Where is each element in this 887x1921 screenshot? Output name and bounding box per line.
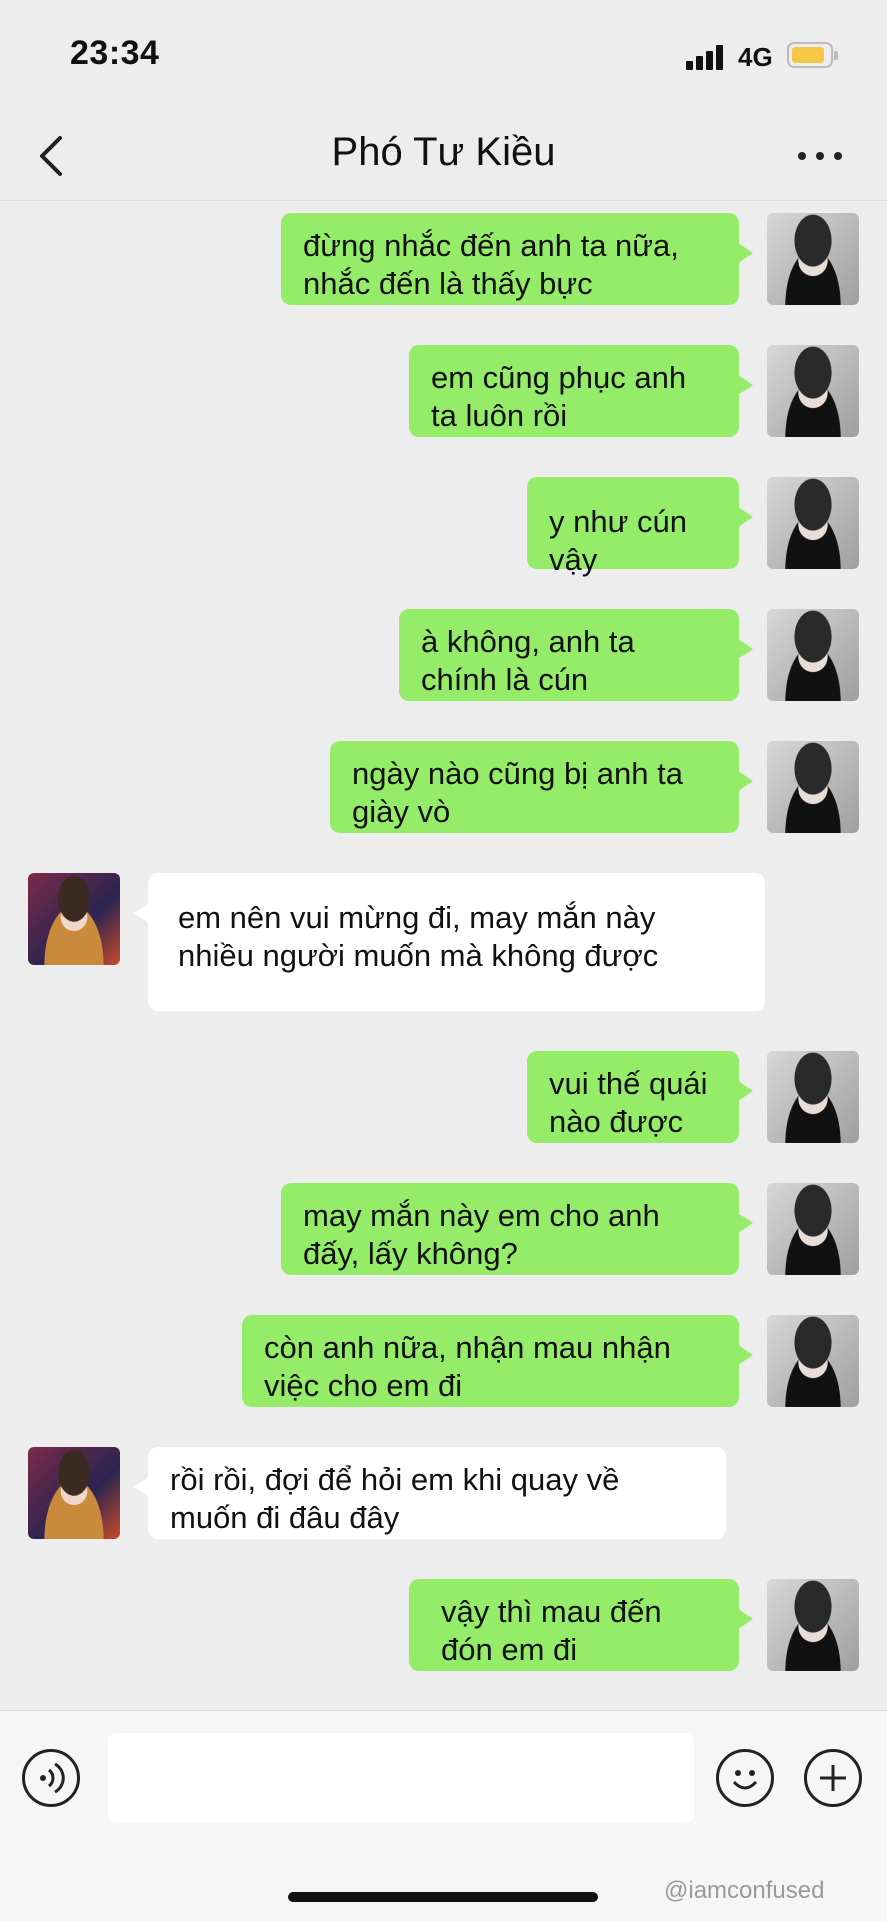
voice-icon bbox=[40, 1762, 65, 1794]
signal-icon bbox=[686, 44, 730, 70]
watermark-text: @iamconfused bbox=[664, 1877, 825, 1904]
plus-icon bbox=[820, 1765, 846, 1791]
avatar[interactable] bbox=[767, 345, 859, 437]
avatar[interactable] bbox=[28, 1447, 120, 1539]
avatar[interactable] bbox=[767, 1315, 859, 1407]
message-bubble[interactable]: à không, anh ta chính là cún bbox=[399, 609, 753, 701]
message-bubble[interactable]: may mắn này em cho anh đấy, lấy không? bbox=[281, 1183, 753, 1275]
avatar[interactable] bbox=[767, 477, 859, 569]
input-bar: @iamconfused bbox=[0, 1710, 887, 1921]
status-bar: 23:34 4G bbox=[0, 0, 887, 110]
avatar[interactable] bbox=[767, 213, 859, 305]
status-time: 23:34 bbox=[70, 34, 160, 72]
avatar[interactable] bbox=[767, 1183, 859, 1275]
home-indicator[interactable] bbox=[288, 1892, 598, 1902]
voice-button[interactable] bbox=[22, 1749, 80, 1807]
chat-header: Phó Tư Kiều bbox=[0, 110, 887, 201]
message-bubble[interactable]: em nên vui mừng đi, may mắn này nhiều ng… bbox=[134, 873, 765, 1011]
message-bubble[interactable]: em cũng phục anh ta luôn rồi bbox=[409, 345, 753, 437]
avatar[interactable] bbox=[767, 741, 859, 833]
message-bubble[interactable]: rồi rồi, đợi để hỏi em khi quay về muốn … bbox=[134, 1447, 726, 1539]
message-bubble[interactable]: y như cún vậy bbox=[527, 477, 753, 577]
message-bubble[interactable]: vui thế quái nào được bbox=[527, 1051, 753, 1143]
avatar[interactable] bbox=[767, 1051, 859, 1143]
message-bubble[interactable]: ngày nào cũng bị anh ta giày vò bbox=[330, 741, 753, 833]
chat-title: Phó Tư Kiều bbox=[331, 130, 556, 174]
emoji-button[interactable] bbox=[716, 1749, 774, 1807]
network-type: 4G bbox=[738, 42, 773, 72]
message-bubble[interactable]: đừng nhắc đến anh ta nữa, nhắc đến là th… bbox=[281, 213, 753, 305]
message-bubble[interactable]: vậy thì mau đến đón em đi bbox=[409, 1579, 753, 1671]
message-input[interactable] bbox=[108, 1733, 694, 1823]
avatar[interactable] bbox=[767, 609, 859, 701]
message-bubble[interactable]: còn anh nữa, nhận mau nhận việc cho em đ… bbox=[242, 1315, 753, 1407]
message-list[interactable]: đừng nhắc đến anh ta nữa, nhắc đến là th… bbox=[0, 201, 887, 1709]
avatar[interactable] bbox=[767, 1579, 859, 1671]
battery-icon bbox=[787, 42, 838, 68]
emoji-icon bbox=[732, 1770, 758, 1790]
plus-button[interactable] bbox=[804, 1749, 862, 1807]
avatar[interactable] bbox=[28, 873, 120, 965]
more-button[interactable] bbox=[790, 138, 850, 174]
